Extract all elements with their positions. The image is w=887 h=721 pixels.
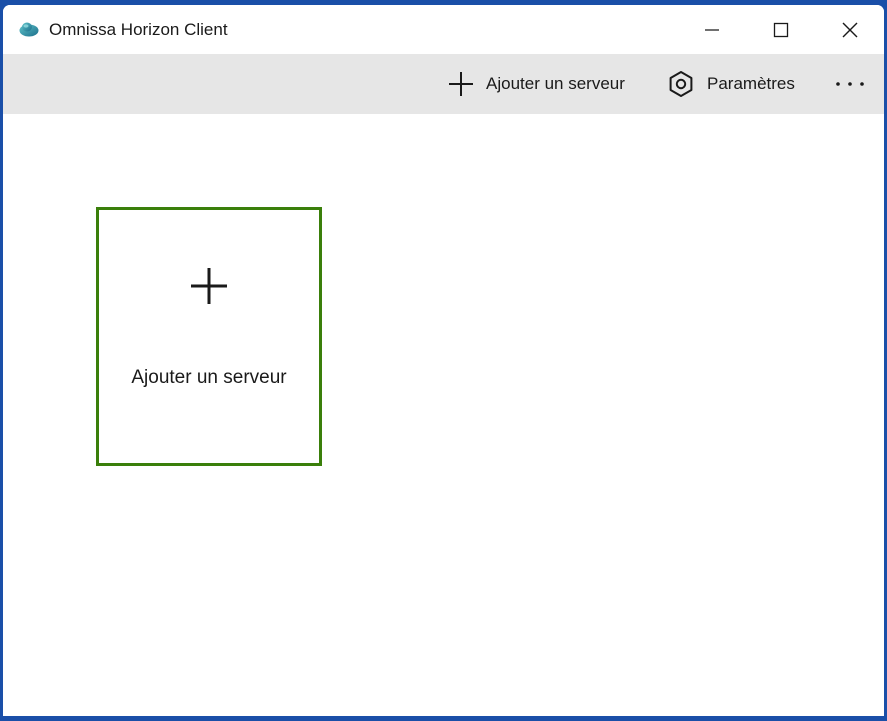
close-icon [842,22,858,37]
cloud-logo-icon [19,22,39,37]
app-window: Omnissa Horizon Client Ajouter un serveu… [3,5,884,716]
toolbar: Ajouter un serveur Paramètres [3,54,884,114]
title-bar[interactable]: Omnissa Horizon Client [3,5,884,54]
settings-label: Paramètres [707,74,795,93]
add-server-toolbar-label: Ajouter un serveur [486,74,625,93]
add-server-toolbar-button[interactable]: Ajouter un serveur [448,54,625,114]
settings-button[interactable]: Paramètres [667,54,795,114]
gear-icon [669,71,693,97]
add-server-tile[interactable]: Ajouter un serveur [96,207,322,466]
plus-icon [191,268,227,304]
maximize-button[interactable] [747,5,815,54]
more-options-icon [836,82,864,86]
add-server-tile-label: Ajouter un serveur [131,367,287,388]
maximize-icon [773,22,789,37]
plus-icon [449,72,473,96]
close-button[interactable] [816,5,884,54]
window-title: Omnissa Horizon Client [49,20,228,39]
more-options-button[interactable] [825,54,875,114]
minimize-icon [705,28,719,31]
minimize-button[interactable] [678,5,746,54]
